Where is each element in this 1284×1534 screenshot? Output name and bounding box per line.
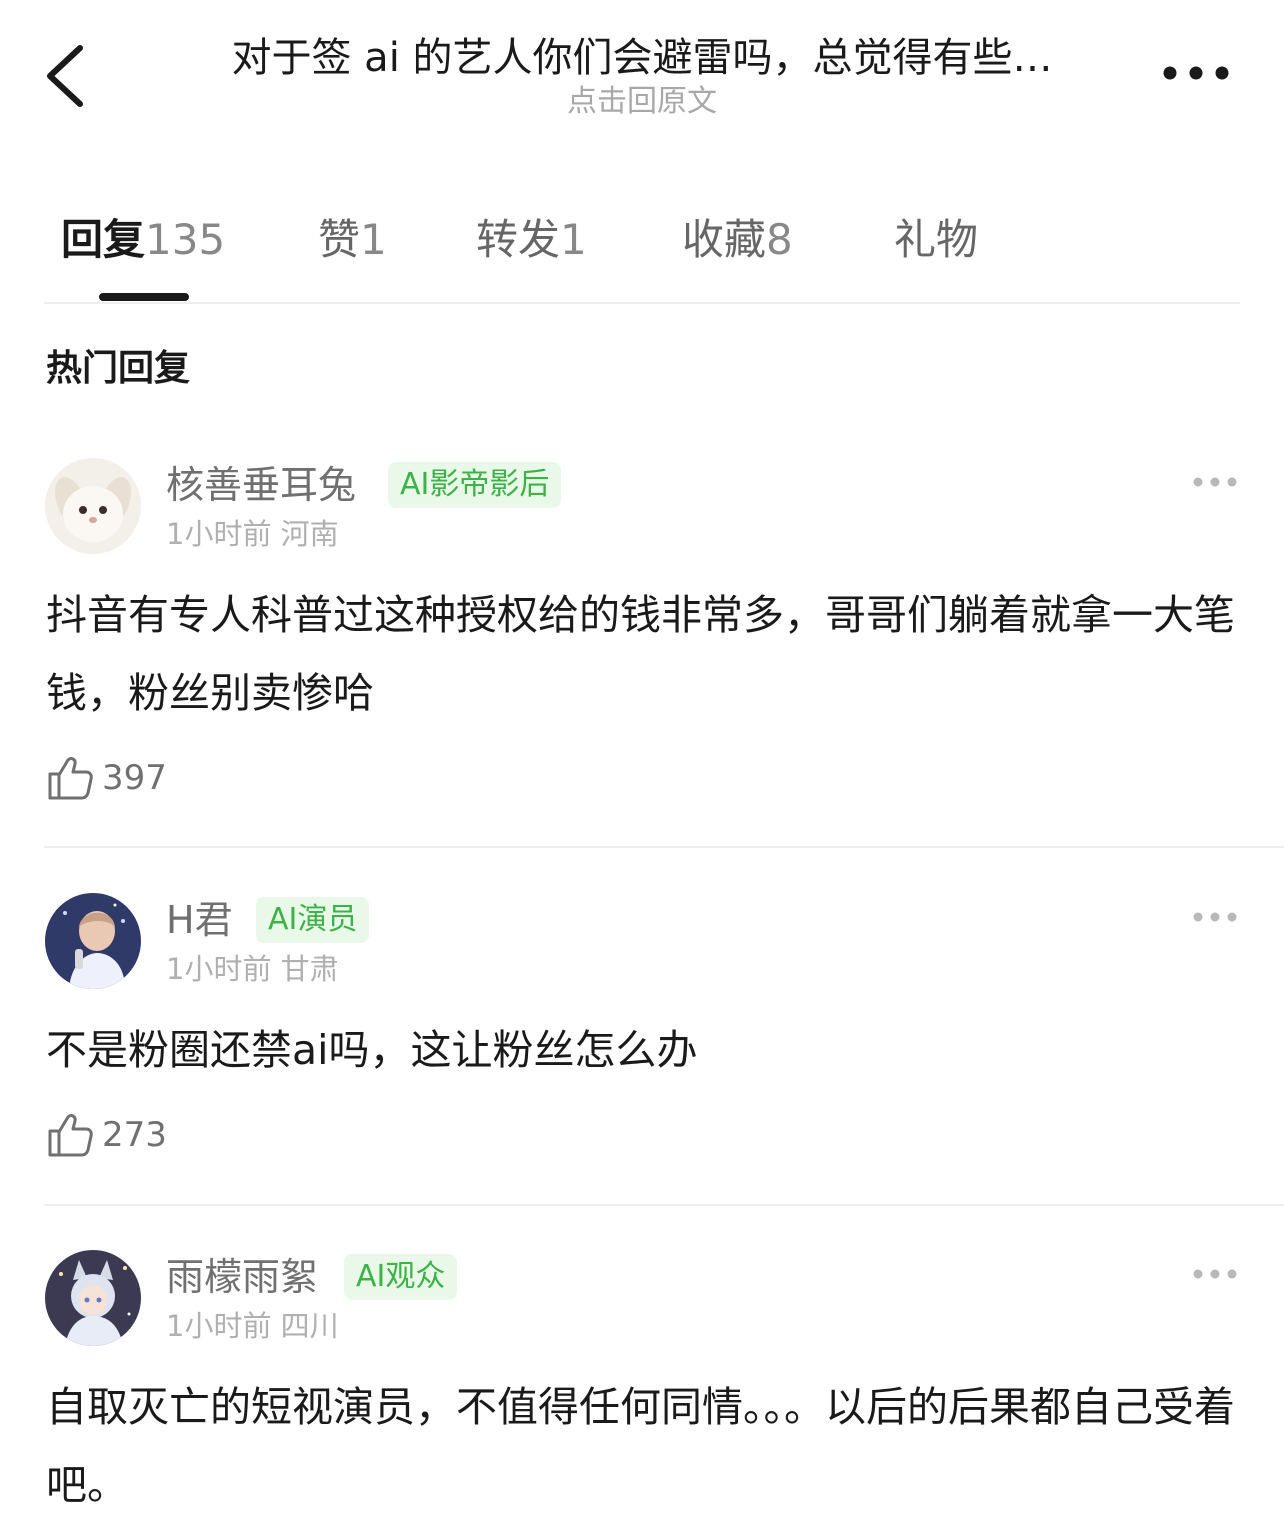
more-dots-icon bbox=[1193, 1269, 1237, 1279]
comment-meta: 1小时前 河南 bbox=[166, 514, 339, 554]
tab-count: 8 bbox=[766, 215, 793, 264]
comment-meta: 1小时前 甘肃 bbox=[166, 949, 339, 989]
back-button[interactable] bbox=[36, 36, 96, 116]
hot-replies-heading: 热门回复 bbox=[46, 348, 191, 389]
tab-count: 1 bbox=[360, 215, 387, 264]
location: 河南 bbox=[280, 517, 339, 551]
like-count: 273 bbox=[102, 1115, 167, 1155]
active-tab-indicator bbox=[99, 293, 189, 301]
timestamp: 1小时前 bbox=[166, 517, 272, 551]
username[interactable]: 雨檬雨絮 bbox=[166, 1252, 318, 1302]
anime-girl-avatar bbox=[45, 1250, 141, 1346]
more-dots-icon bbox=[1193, 477, 1237, 487]
singer-avatar bbox=[45, 893, 141, 989]
page-title: 对于签 ai 的艺人你们会避雷吗，总觉得有些… bbox=[231, 35, 1053, 81]
tab-bar: 回复135 赞1 转发1 收藏8 礼物 bbox=[44, 200, 1240, 304]
tab-count: 135 bbox=[145, 215, 226, 264]
chevron-left-icon bbox=[47, 45, 83, 107]
comment-text: 不是粉圈还禁ai吗，这让粉丝怎么办 bbox=[46, 1026, 698, 1074]
like-count: 397 bbox=[102, 758, 167, 798]
tab-replies[interactable]: 回复135 bbox=[61, 210, 225, 270]
location: 甘肃 bbox=[280, 952, 339, 986]
timestamp: 1小时前 bbox=[166, 1309, 272, 1343]
tab-label: 收藏 bbox=[682, 215, 767, 264]
divider bbox=[44, 846, 1284, 848]
top-bar: 对于签 ai 的艺人你们会避雷吗，总觉得有些… 点击回原文 bbox=[0, 0, 1284, 140]
bunny-avatar bbox=[45, 458, 141, 554]
more-dots-icon bbox=[1163, 66, 1229, 80]
tab-reposts[interactable]: 转发1 bbox=[476, 210, 587, 270]
comment-more-button[interactable] bbox=[1190, 1264, 1240, 1284]
tab-gifts[interactable]: 礼物 bbox=[894, 210, 978, 270]
tab-likes[interactable]: 赞1 bbox=[318, 210, 387, 270]
divider bbox=[44, 1204, 1284, 1206]
username[interactable]: 核善垂耳兔 bbox=[166, 460, 356, 510]
username[interactable]: H君 bbox=[166, 895, 233, 945]
status-badge: AI演员 bbox=[256, 897, 370, 943]
location: 四川 bbox=[280, 1309, 339, 1343]
timestamp: 1小时前 bbox=[166, 952, 272, 986]
avatar[interactable] bbox=[45, 458, 141, 554]
status-badge: AI观众 bbox=[344, 1254, 458, 1300]
back-to-original-link[interactable]: 点击回原文 bbox=[170, 82, 1114, 122]
tab-label: 回复 bbox=[61, 215, 146, 264]
tab-count: 1 bbox=[560, 215, 587, 264]
comment-more-button[interactable] bbox=[1190, 472, 1240, 492]
comment-text: 自取灭亡的短视演员，不值得任何同情。。。以后的后果都自己受着吧。 bbox=[46, 1383, 1235, 1509]
comment-more-button[interactable] bbox=[1190, 907, 1240, 927]
avatar[interactable] bbox=[45, 893, 141, 989]
status-badge: AI影帝影后 bbox=[388, 462, 562, 508]
tab-label: 礼物 bbox=[894, 215, 979, 264]
tab-favorites[interactable]: 收藏8 bbox=[682, 210, 793, 270]
more-dots-icon bbox=[1193, 912, 1237, 922]
tab-label: 赞 bbox=[318, 215, 361, 264]
thumbs-up-icon bbox=[48, 1114, 93, 1157]
tab-label: 转发 bbox=[476, 215, 561, 264]
thumbs-up-icon bbox=[48, 757, 93, 800]
avatar[interactable] bbox=[45, 1250, 141, 1346]
comment-text: 抖音有专人科普过这种授权给的钱非常多，哥哥们躺着就拿一大笔钱，粉丝别卖惨哈 bbox=[46, 591, 1235, 717]
comment-meta: 1小时前 四川 bbox=[166, 1306, 339, 1346]
more-options-button[interactable] bbox=[1156, 58, 1236, 88]
